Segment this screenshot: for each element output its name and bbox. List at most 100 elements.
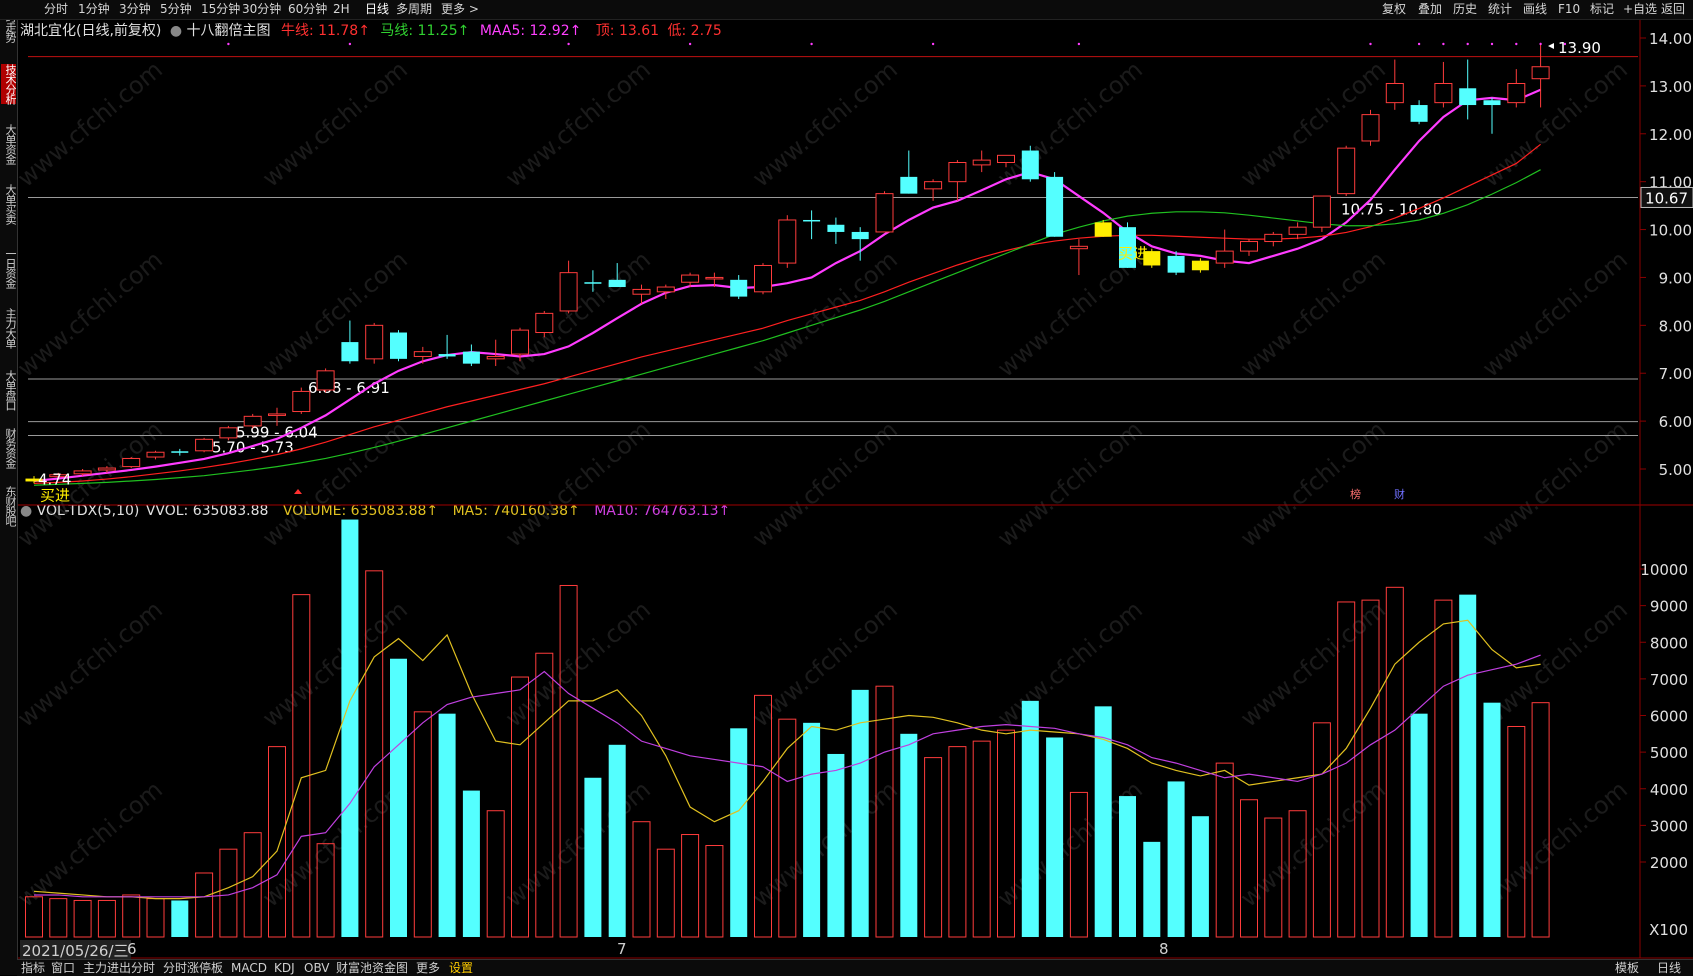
candle-body bbox=[511, 329, 529, 355]
price-tick-label: 12.00 bbox=[1649, 126, 1692, 144]
bottom-tab-9[interactable]: 设置 bbox=[449, 960, 473, 976]
top-dot-marker bbox=[1515, 42, 1518, 46]
vol-tick-label: 10000 bbox=[1640, 561, 1688, 579]
volume-bar bbox=[1240, 799, 1258, 938]
volume-bar bbox=[341, 519, 359, 937]
volume-bar bbox=[803, 722, 821, 937]
volume-bar bbox=[292, 594, 311, 938]
bottom-right-tab-0[interactable]: 模板 bbox=[1615, 960, 1639, 976]
candle-body bbox=[827, 224, 845, 232]
vol-tick-label: 2000 bbox=[1650, 854, 1688, 872]
volume-bar bbox=[511, 676, 529, 938]
price-tick-label: 8.00 bbox=[1659, 317, 1692, 335]
marker-bang: 榜 bbox=[1350, 487, 1361, 501]
current-date: 2021/05/26/三 bbox=[20, 940, 131, 961]
volume-bar bbox=[97, 899, 116, 938]
volume-bar bbox=[1264, 817, 1283, 938]
vol-unit-label: X100 bbox=[1649, 921, 1688, 939]
candle-body bbox=[1459, 88, 1477, 106]
bottom-tab-4[interactable]: MACD bbox=[231, 960, 267, 976]
buy-signal-label: 买进 bbox=[40, 487, 70, 505]
candle-body bbox=[1094, 222, 1112, 237]
bottom-tab-3[interactable]: 分时涨停板 bbox=[163, 960, 223, 976]
volume-bar bbox=[413, 711, 432, 938]
candle-body bbox=[754, 264, 772, 293]
volume-bar bbox=[1119, 796, 1136, 937]
volume-bar bbox=[146, 898, 165, 938]
volume-bar bbox=[900, 733, 918, 937]
candle-body bbox=[1483, 100, 1501, 106]
candle-body bbox=[1167, 255, 1185, 273]
volume-bar bbox=[730, 728, 748, 937]
volume-bar bbox=[316, 843, 335, 938]
volume-bar bbox=[486, 810, 505, 938]
volume-bar bbox=[1046, 737, 1064, 937]
vol-ma-line-MA5 bbox=[33, 619, 1541, 900]
bottom-tab-7[interactable]: 财富池资金图 bbox=[336, 960, 408, 976]
candle-body bbox=[705, 276, 724, 280]
candle-body bbox=[1264, 233, 1283, 243]
volume-bar bbox=[656, 848, 675, 938]
candle-body bbox=[681, 274, 700, 283]
volume-bar bbox=[73, 899, 92, 938]
volume-bar bbox=[997, 729, 1015, 938]
volume-bar bbox=[1337, 601, 1356, 938]
candle-body bbox=[1361, 114, 1380, 142]
candle-body bbox=[972, 159, 991, 166]
top-dot-marker bbox=[931, 42, 935, 46]
volume-bar bbox=[1361, 599, 1380, 938]
top-dot-marker bbox=[688, 42, 692, 46]
candle-body bbox=[875, 193, 894, 233]
bottom-tab-5[interactable]: KDJ bbox=[274, 960, 295, 976]
volume-bar bbox=[778, 718, 797, 938]
candle-body bbox=[803, 219, 821, 222]
volume-bar bbox=[365, 570, 384, 938]
price-tick-label: 9.00 bbox=[1659, 269, 1692, 287]
chart-canvas[interactable]: 5.006.007.008.009.0010.0011.0012.0013.00… bbox=[0, 0, 1693, 975]
vol-tick-label: 8000 bbox=[1650, 634, 1688, 652]
candle-body bbox=[268, 413, 286, 416]
top-dot-marker bbox=[1369, 42, 1372, 46]
candle-body bbox=[316, 370, 335, 391]
volume-bar bbox=[754, 694, 772, 938]
volume-bar bbox=[390, 658, 407, 937]
candle-body bbox=[1240, 241, 1258, 252]
candle-body bbox=[1069, 245, 1088, 250]
candle-body bbox=[365, 324, 384, 360]
candle-body bbox=[341, 342, 359, 362]
bottom-right-tab-1[interactable]: 日线 bbox=[1657, 960, 1681, 976]
volume-bar bbox=[171, 900, 189, 937]
candle-body bbox=[1312, 195, 1331, 228]
bottom-tab-2[interactable]: 主力进出分时 bbox=[83, 960, 155, 976]
bottom-tab-8[interactable]: 更多 bbox=[416, 960, 440, 976]
candle-body bbox=[1046, 176, 1064, 237]
candle-body bbox=[1215, 250, 1234, 264]
candle-body bbox=[171, 451, 189, 453]
candle-body bbox=[1410, 105, 1428, 122]
buy-signal-label: 买进 bbox=[1118, 244, 1148, 262]
top-dot-marker bbox=[1466, 42, 1469, 46]
volume-bar bbox=[681, 834, 700, 938]
bottom-tab-0[interactable]: 指标 bbox=[21, 960, 45, 976]
candle-body bbox=[656, 286, 675, 293]
volume-bar bbox=[948, 746, 967, 938]
candle-body bbox=[390, 332, 407, 359]
top-dot-marker bbox=[1490, 42, 1494, 46]
marker-triangle-icon bbox=[294, 489, 302, 494]
candle-body bbox=[1288, 226, 1307, 235]
candle-body bbox=[1531, 66, 1550, 80]
candle-body bbox=[219, 427, 238, 439]
candle-body bbox=[292, 390, 311, 413]
current-price-label: 10.67 bbox=[1645, 189, 1688, 207]
volume-bar bbox=[438, 713, 456, 937]
bottom-tab-6[interactable]: OBV bbox=[304, 960, 330, 976]
volume-bar bbox=[1385, 586, 1404, 938]
candle-body bbox=[146, 451, 165, 458]
volume-bar bbox=[1288, 810, 1307, 938]
bottom-tab-1[interactable]: 窗口 bbox=[51, 960, 75, 976]
top-dot-marker bbox=[1442, 42, 1445, 46]
candle-body bbox=[900, 176, 918, 194]
candle-body bbox=[73, 470, 92, 475]
candle-body bbox=[462, 351, 480, 364]
candle-body bbox=[584, 282, 602, 284]
